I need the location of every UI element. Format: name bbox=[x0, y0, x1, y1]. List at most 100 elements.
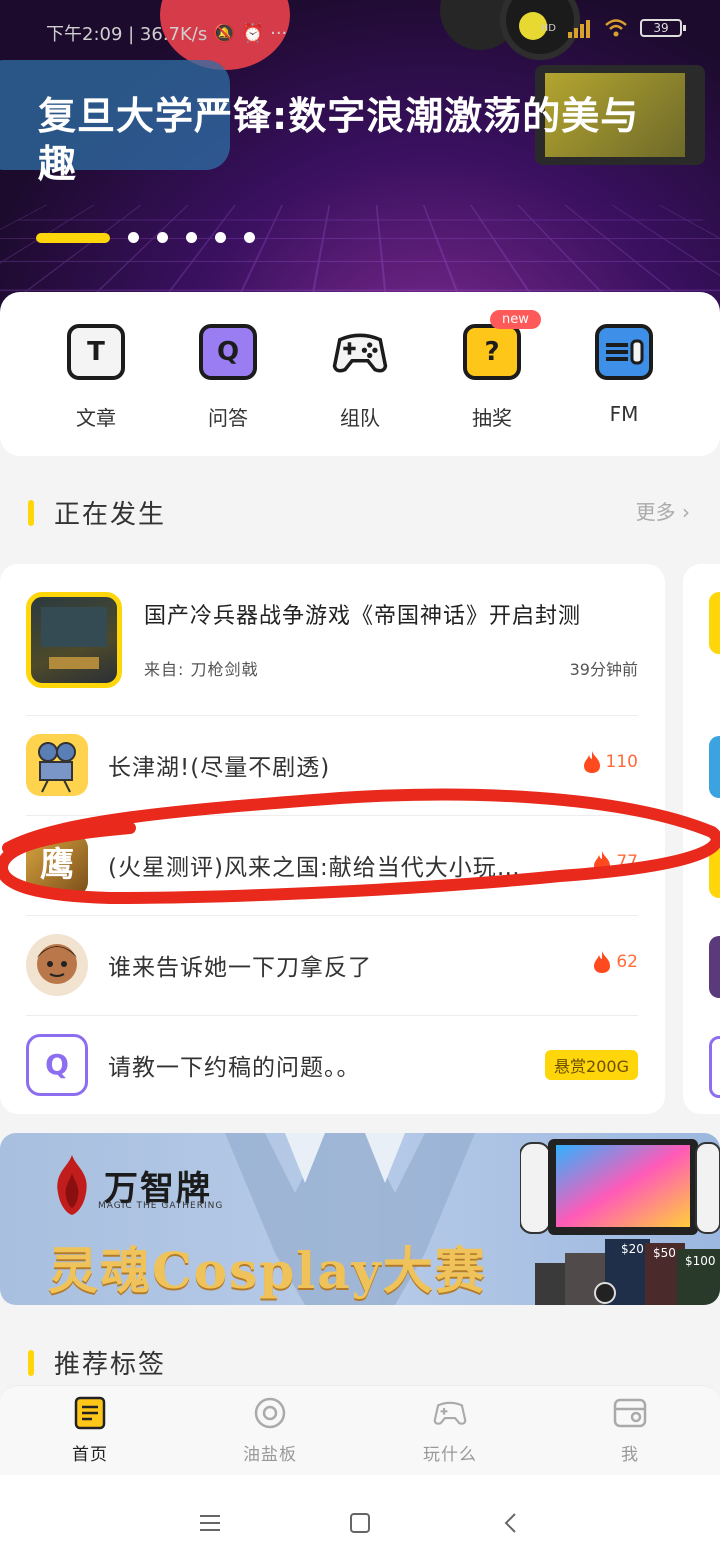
app-screen: { "status_bar": { "time_speed": "下午2:09 … bbox=[0, 0, 720, 1560]
system-nav-bar bbox=[0, 1475, 720, 1560]
divider bbox=[26, 915, 638, 916]
signal-icon bbox=[568, 20, 590, 38]
home-square-icon[interactable] bbox=[340, 1503, 380, 1543]
brand-subtitle: MAGIC THE GATHERING bbox=[98, 1201, 224, 1211]
flame-logo-icon bbox=[57, 1155, 87, 1215]
divider bbox=[26, 1015, 638, 1016]
section-title: 正在发生 bbox=[54, 500, 167, 530]
film-camera-icon bbox=[26, 734, 88, 796]
quick-item-label: 组队 bbox=[340, 406, 380, 430]
home-doc-icon bbox=[74, 1396, 106, 1430]
tab-board[interactable]: 油盐板 bbox=[210, 1396, 330, 1465]
tab-home[interactable]: 首页 bbox=[30, 1396, 150, 1465]
quick-item-label: 问答 bbox=[208, 406, 248, 430]
list-item[interactable]: 谁来告诉她一下刀拿反了 62 bbox=[26, 932, 638, 998]
quick-item-team[interactable]: 组队 bbox=[300, 324, 420, 431]
article-icon: T bbox=[67, 324, 125, 380]
list-item-title: 长津湖!(尽量不剧透) bbox=[108, 755, 331, 781]
divider bbox=[26, 815, 638, 816]
hot-count: 77 bbox=[592, 850, 638, 874]
quick-item-label: 抽奖 bbox=[472, 406, 512, 430]
carousel-dot[interactable] bbox=[186, 232, 197, 243]
section-accent-bar bbox=[28, 1349, 34, 1376]
flame-icon bbox=[594, 951, 611, 973]
gamepad-icon bbox=[433, 1401, 467, 1425]
section-header-recommend: 推荐标签 bbox=[28, 1344, 166, 1381]
list-item[interactable]: 鹰 (火星测评)风来之国:献给当代大小玩… 77 bbox=[26, 832, 638, 898]
hot-count: 110 bbox=[582, 750, 638, 774]
promo-banner[interactable]: 万智牌 MAGIC THE GATHERING 灵魂Cosplay大赛 $20 … bbox=[0, 1133, 720, 1305]
carousel-dot-active bbox=[36, 232, 110, 243]
next-card-peek[interactable] bbox=[683, 564, 720, 1114]
flame-icon bbox=[594, 851, 611, 873]
more-link[interactable]: 更多 › bbox=[636, 496, 690, 525]
featured-title: 国产冷兵器战争游戏《帝国神话》开启封测 bbox=[144, 604, 582, 629]
radio-icon bbox=[595, 324, 653, 380]
tab-label: 首页 bbox=[72, 1445, 108, 1465]
hot-count: 62 bbox=[592, 950, 638, 974]
quick-item-article[interactable]: T 文章 bbox=[36, 324, 156, 431]
peek-thumbnail bbox=[709, 936, 720, 998]
peek-thumbnail bbox=[709, 736, 720, 798]
lottery-icon: ? bbox=[463, 324, 521, 380]
tab-label: 我 bbox=[621, 1445, 639, 1465]
featured-thumbnail bbox=[26, 592, 122, 688]
tab-discover[interactable]: 玩什么 bbox=[390, 1396, 510, 1465]
more-dots-icon: ··· bbox=[270, 22, 288, 44]
carousel-indicator bbox=[36, 232, 273, 243]
flame-icon bbox=[583, 751, 600, 773]
quick-item-lottery[interactable]: ? new 抽奖 bbox=[432, 310, 552, 431]
quick-item-fm[interactable]: FM bbox=[564, 324, 684, 426]
section-title: 推荐标签 bbox=[54, 1350, 167, 1380]
back-icon[interactable] bbox=[490, 1503, 530, 1543]
user-avatar bbox=[26, 934, 88, 996]
record-icon bbox=[254, 1397, 286, 1429]
list-item-title: 请教一下约稿的问题。。 bbox=[108, 1055, 361, 1081]
svg-text:$50: $50 bbox=[653, 1246, 676, 1260]
alarm-icon: ⏰ bbox=[241, 22, 265, 44]
divider bbox=[26, 715, 638, 716]
carousel-dot[interactable] bbox=[215, 232, 226, 243]
section-accent-bar bbox=[28, 499, 34, 526]
question-icon: Q bbox=[26, 1034, 88, 1096]
reward-badge: 悬赏200G bbox=[545, 1050, 638, 1080]
status-time-speed: 下午2:09 | 36.7K/s bbox=[46, 24, 208, 45]
quick-item-label: 文章 bbox=[76, 406, 116, 430]
wifi-icon bbox=[605, 19, 627, 37]
featured-post[interactable]: 国产冷兵器战争游戏《帝国神话》开启封测 来自: 刀枪剑戟 39分钟前 bbox=[26, 592, 638, 716]
svg-text:$20: $20 bbox=[621, 1242, 644, 1256]
tab-label: 玩什么 bbox=[423, 1445, 477, 1465]
list-item-title: (火星测评)风来之国:献给当代大小玩… bbox=[108, 855, 521, 881]
featured-source: 来自: 刀枪剑戟 bbox=[144, 660, 259, 679]
carousel-dot[interactable] bbox=[244, 232, 255, 243]
mute-icon: 🔕 bbox=[213, 22, 236, 44]
list-item-title: 谁来告诉她一下刀拿反了 bbox=[108, 955, 372, 981]
quick-item-label: FM bbox=[609, 402, 639, 426]
hero-title[interactable]: 复旦大学严锋:数字浪潮激荡的美与趣 bbox=[38, 92, 678, 188]
tab-label: 油盐板 bbox=[243, 1445, 297, 1465]
peek-thumbnail bbox=[709, 836, 720, 898]
gift-cards-illustration: $20 $50 $100 bbox=[535, 1239, 720, 1305]
qa-icon: Q bbox=[199, 324, 257, 380]
status-bar: 下午2:09 | 36.7K/s 🔕 ⏰ ··· HD 39 bbox=[0, 14, 720, 50]
profile-icon bbox=[613, 1398, 647, 1428]
chevron-right-icon: › bbox=[682, 500, 690, 524]
new-badge: new bbox=[490, 310, 541, 329]
carousel-dot[interactable] bbox=[157, 232, 168, 243]
game-cover-icon: 鹰 bbox=[26, 834, 88, 896]
section-header-happening: 正在发生 bbox=[28, 494, 166, 531]
list-item[interactable]: 长津湖!(尽量不剧透) 110 bbox=[26, 732, 638, 798]
featured-time: 39分钟前 bbox=[569, 660, 638, 679]
banner-title: 灵魂Cosplay大赛 bbox=[48, 1241, 487, 1300]
gamepad-icon bbox=[331, 324, 389, 380]
peek-thumbnail bbox=[709, 1036, 720, 1098]
menu-icon[interactable] bbox=[190, 1503, 230, 1543]
quick-item-qa[interactable]: Q 问答 bbox=[168, 324, 288, 431]
quick-menu: T 文章 Q 问答 组队 ? new 抽奖 FM bbox=[0, 292, 720, 456]
peek-thumbnail bbox=[709, 592, 720, 654]
bottom-tab-bar: 首页 油盐板 玩什么 我 bbox=[0, 1385, 720, 1475]
tab-me[interactable]: 我 bbox=[570, 1396, 690, 1465]
carousel-dot[interactable] bbox=[128, 232, 139, 243]
battery-icon: 39 bbox=[640, 19, 686, 37]
list-item[interactable]: Q 请教一下约稿的问题。。 悬赏200G bbox=[26, 1032, 638, 1098]
